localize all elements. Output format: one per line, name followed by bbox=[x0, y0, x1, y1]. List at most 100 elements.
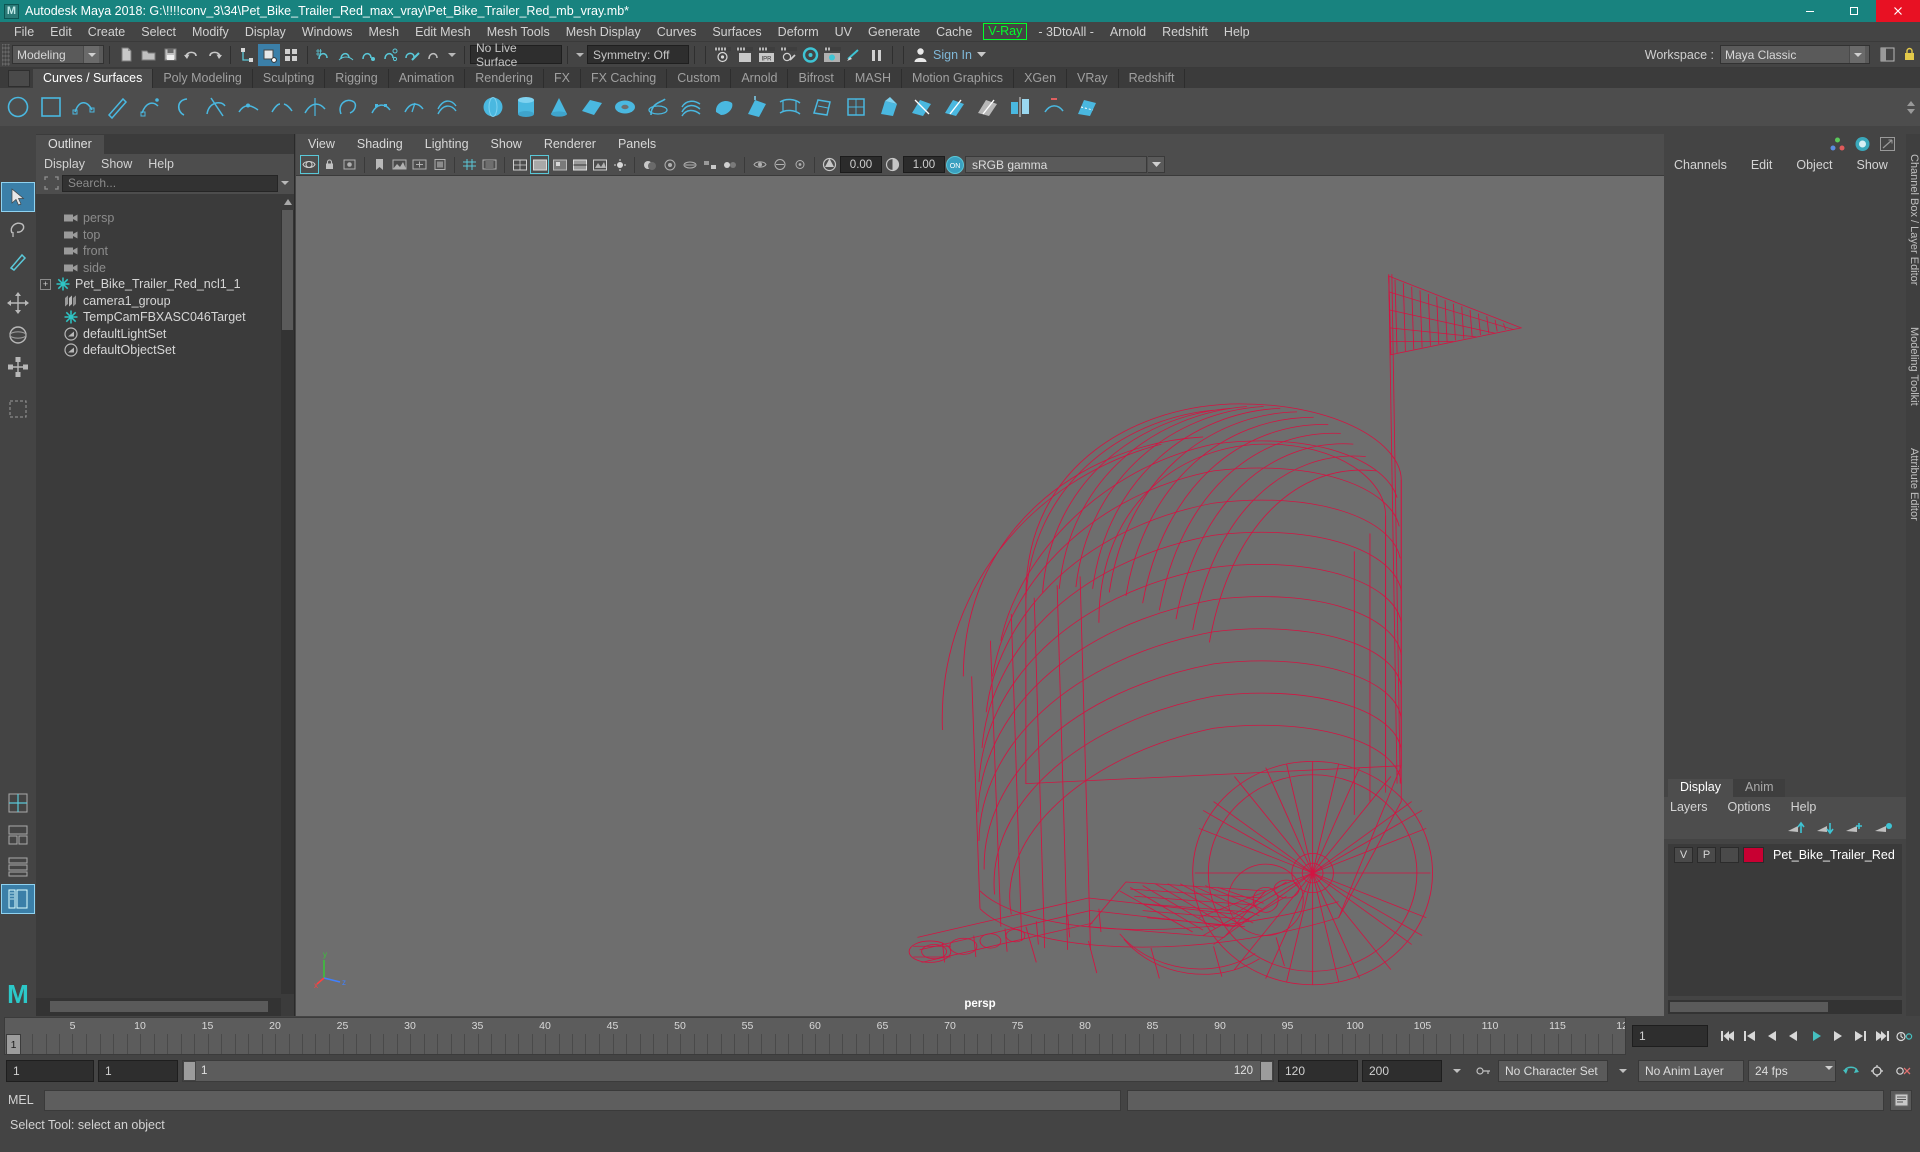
step-forward-key-button[interactable] bbox=[1850, 1025, 1870, 1047]
redo-button[interactable] bbox=[203, 44, 225, 66]
fps-selector[interactable]: 24 fps bbox=[1748, 1060, 1836, 1082]
multisample-aa-button[interactable] bbox=[700, 155, 719, 174]
shelf-tab-fx-caching[interactable]: FX Caching bbox=[580, 69, 668, 88]
snap-to-projected-center-button[interactable] bbox=[379, 44, 401, 66]
undo-button[interactable] bbox=[181, 44, 203, 66]
layer-tab-anim[interactable]: Anim bbox=[1733, 779, 1786, 797]
object-menu[interactable]: Object bbox=[1796, 158, 1832, 172]
current-frame-field[interactable]: 1 bbox=[1632, 1025, 1708, 1047]
arc-tool-icon[interactable] bbox=[202, 93, 230, 121]
expand-icon[interactable]: + bbox=[40, 278, 51, 290]
open-scene-button[interactable] bbox=[137, 44, 159, 66]
open-close-curve-icon[interactable] bbox=[334, 93, 362, 121]
nurbs-circle-icon[interactable] bbox=[4, 93, 32, 121]
time-slider-current-frame[interactable]: 1 bbox=[6, 1034, 21, 1054]
range-handle-right[interactable] bbox=[1260, 1061, 1273, 1081]
shelf-scroll-arrows[interactable] bbox=[1904, 88, 1918, 126]
hypershade-button[interactable] bbox=[799, 44, 821, 66]
outliner-search-input[interactable]: Search... bbox=[62, 174, 278, 192]
menu-redshift[interactable]: Redshift bbox=[1154, 22, 1216, 42]
menu-arnold[interactable]: Arnold bbox=[1102, 22, 1154, 42]
nurbs-plane-icon[interactable] bbox=[578, 93, 606, 121]
menu-vray[interactable]: V-Ray bbox=[983, 23, 1028, 40]
smooth-shade-selected-button[interactable] bbox=[550, 155, 569, 174]
step-back-key-button[interactable] bbox=[1740, 1025, 1760, 1047]
range-options-chevron-icon[interactable] bbox=[1446, 1060, 1468, 1082]
outliner-persp-layout-button[interactable] bbox=[1, 884, 35, 914]
character-set-chevron-icon[interactable] bbox=[1612, 1060, 1634, 1082]
exposure-icon[interactable] bbox=[820, 155, 839, 174]
attribute-editor-icon[interactable] bbox=[1854, 136, 1871, 152]
workspace-selector[interactable]: Maya Classic bbox=[1720, 45, 1870, 64]
workspace-settings-button[interactable] bbox=[1876, 44, 1898, 66]
menu-select[interactable]: Select bbox=[133, 22, 184, 42]
shelf-tab-motion-graphics[interactable]: Motion Graphics bbox=[902, 69, 1015, 88]
last-tool-button[interactable] bbox=[1, 394, 35, 424]
outliner-item-tempcamfbxasc046target[interactable]: TempCamFBXASC046Target bbox=[40, 309, 280, 326]
range-end-field[interactable]: 120 bbox=[1278, 1060, 1358, 1082]
lock-camera-button[interactable] bbox=[320, 155, 339, 174]
open-render-view-button[interactable] bbox=[733, 44, 755, 66]
menu-generate[interactable]: Generate bbox=[860, 22, 928, 42]
layer-horizontal-scrollbar[interactable] bbox=[1668, 1000, 1902, 1014]
animation-cycle-button[interactable] bbox=[1840, 1060, 1862, 1082]
align-surfaces-icon[interactable] bbox=[1007, 93, 1035, 121]
shelf-tab-xgen[interactable]: XGen bbox=[1014, 69, 1068, 88]
go-to-start-button[interactable] bbox=[1718, 1025, 1738, 1047]
outliner-item-top[interactable]: top bbox=[40, 227, 280, 244]
insert-knot-icon[interactable] bbox=[400, 93, 428, 121]
vtab-attribute-editor[interactable]: Attribute Editor bbox=[1906, 426, 1920, 542]
two-pane-layout-button[interactable] bbox=[1, 820, 35, 850]
playback-end-field[interactable]: 200 bbox=[1362, 1060, 1442, 1082]
outliner-hscroll-thumb[interactable] bbox=[50, 1001, 268, 1012]
menu-uv[interactable]: UV bbox=[827, 22, 860, 42]
menu-curves[interactable]: Curves bbox=[649, 22, 705, 42]
create-empty-layer-icon[interactable] bbox=[1845, 821, 1863, 835]
menu-cache[interactable]: Cache bbox=[928, 22, 980, 42]
ipr-render-button[interactable]: IPR bbox=[755, 44, 777, 66]
shelf-tab-curves-surfaces[interactable]: Curves / Surfaces bbox=[33, 69, 154, 88]
square-surface-icon[interactable] bbox=[842, 93, 870, 121]
nurbs-cylinder-icon[interactable] bbox=[512, 93, 540, 121]
menu-windows[interactable]: Windows bbox=[294, 22, 361, 42]
outliner-menu-show[interactable]: Show bbox=[101, 157, 132, 171]
ep-curve-tool-icon[interactable] bbox=[136, 93, 164, 121]
cv-curve-tool-icon[interactable] bbox=[70, 93, 98, 121]
single-pane-layout-button[interactable] bbox=[1, 788, 35, 818]
sign-in-control[interactable]: Sign In bbox=[909, 45, 990, 65]
pause-ipr-button[interactable] bbox=[865, 44, 887, 66]
rebuild-curve-icon[interactable] bbox=[367, 93, 395, 121]
menu-display[interactable]: Display bbox=[237, 22, 294, 42]
outliner-item-list[interactable]: persp top front side + Pet_Bike_Trailer_… bbox=[40, 210, 280, 994]
bezier-curve-tool-icon[interactable] bbox=[169, 93, 197, 121]
outliner-scroll-thumb[interactable] bbox=[282, 210, 293, 330]
xray-button[interactable] bbox=[770, 155, 789, 174]
shelf-tab-sculpting[interactable]: Sculpting bbox=[252, 69, 326, 88]
time-slider-track[interactable]: 5 10 15 20 25 30 35 40 45 50 55 60 65 70 75 80 85 90 95 100… bbox=[4, 1017, 1626, 1055]
mel-command-input[interactable] bbox=[44, 1089, 1121, 1111]
use-all-lights-button[interactable] bbox=[610, 155, 629, 174]
new-scene-button[interactable] bbox=[115, 44, 137, 66]
create-layer-from-selected-icon[interactable] bbox=[1874, 821, 1892, 835]
menu-3dtoall[interactable]: - 3DtoAll - bbox=[1030, 22, 1102, 42]
layer-visibility-toggle[interactable]: V bbox=[1674, 847, 1693, 863]
snap-to-point-button[interactable] bbox=[357, 44, 379, 66]
viewport-menu-lighting[interactable]: Lighting bbox=[425, 137, 469, 151]
nurbs-sphere-icon[interactable] bbox=[479, 93, 507, 121]
toolbar-grip[interactable] bbox=[2, 43, 10, 66]
menu-edit-mesh[interactable]: Edit Mesh bbox=[407, 22, 479, 42]
viewport-menu-shading[interactable]: Shading bbox=[357, 137, 403, 151]
shelf-options-button[interactable] bbox=[8, 70, 30, 87]
lock-workspace-button[interactable] bbox=[1898, 44, 1920, 66]
options-menu[interactable]: Options bbox=[1728, 800, 1771, 814]
film-gate-button[interactable] bbox=[430, 155, 449, 174]
step-forward-frame-button[interactable] bbox=[1828, 1025, 1848, 1047]
select-by-hierarchy-button[interactable] bbox=[236, 44, 258, 66]
image-plane-button[interactable] bbox=[390, 155, 409, 174]
bookmark-button[interactable] bbox=[370, 155, 389, 174]
trim-tool-icon[interactable] bbox=[941, 93, 969, 121]
shelf-tab-poly-modeling[interactable]: Poly Modeling bbox=[153, 69, 253, 88]
snap-to-grid-button[interactable] bbox=[313, 44, 335, 66]
outliner-menu-help[interactable]: Help bbox=[148, 157, 174, 171]
attach-surfaces-icon[interactable] bbox=[1040, 93, 1068, 121]
